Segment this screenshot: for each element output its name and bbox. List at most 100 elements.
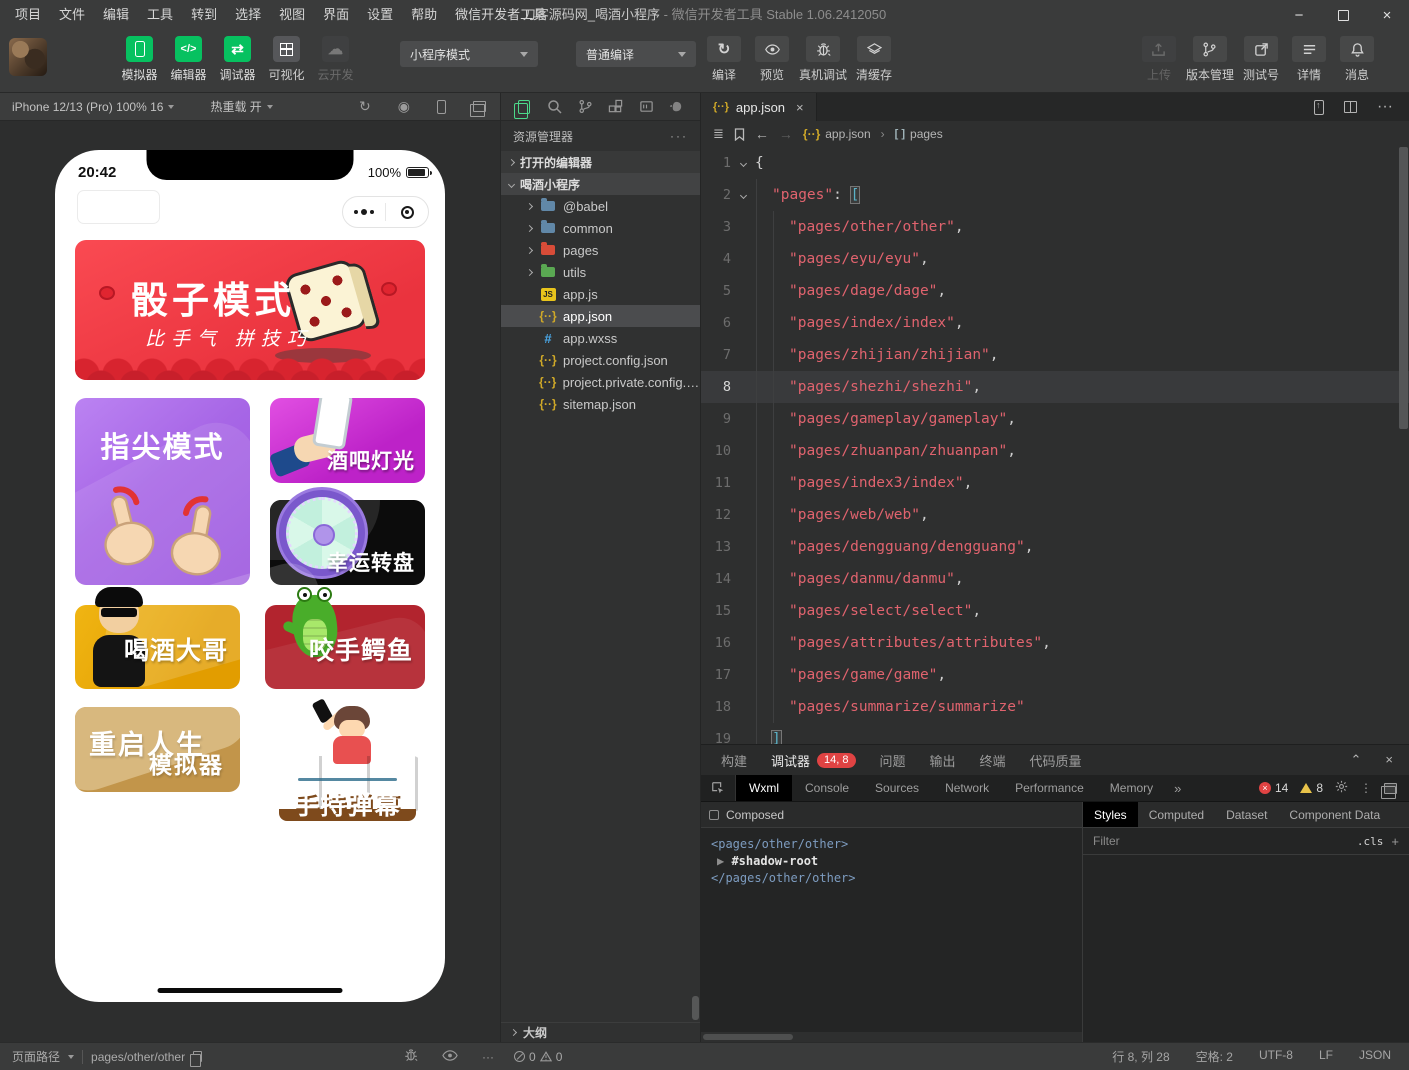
tab-app-json[interactable]: {··} app.json × <box>701 93 817 121</box>
inspect-element-icon[interactable] <box>701 775 736 801</box>
menu-item[interactable]: 项目 <box>6 0 50 30</box>
code-line-15[interactable]: 15"pages/select/select", <box>701 595 1409 627</box>
devtools-tab-Sources[interactable]: Sources <box>862 775 932 801</box>
devtools-tab-Memory[interactable]: Memory <box>1097 775 1166 801</box>
menu-item[interactable]: 界面 <box>314 0 358 30</box>
statusbar-eye-icon[interactable] <box>442 1050 458 1064</box>
maximize-button[interactable] <box>1321 0 1365 30</box>
tile-bar-light[interactable]: 酒吧灯光 <box>270 398 425 483</box>
explorer-files-icon[interactable] <box>509 100 540 114</box>
language-mode[interactable]: JSON <box>1359 1048 1391 1065</box>
undock-icon[interactable] <box>1384 783 1397 794</box>
tile-handheld-danmu[interactable]: 手持弹幕 <box>270 700 425 824</box>
current-page-path[interactable]: pages/other/other <box>91 1050 185 1064</box>
cursor-position[interactable]: 行 8, 列 28 <box>1112 1048 1169 1065</box>
devtools-tab-Performance[interactable]: Performance <box>1002 775 1097 801</box>
tree-item-app.wxss[interactable]: #app.wxss <box>501 327 700 349</box>
menu-item[interactable]: 帮助 <box>402 0 446 30</box>
device-selector[interactable]: iPhone 12/13 (Pro) 100% 16 <box>12 100 174 114</box>
toolbar-button-lines[interactable]: 详情 <box>1285 36 1333 83</box>
statusbar-bug-icon[interactable] <box>404 1048 418 1065</box>
toolbar-button-layers[interactable]: 清缓存 <box>850 36 898 83</box>
styles-tab-Styles[interactable]: Styles <box>1083 802 1138 827</box>
styles-tab-Computed[interactable]: Computed <box>1138 802 1215 827</box>
compile-dropdown[interactable]: 普通编译 <box>576 41 696 67</box>
code-line-7[interactable]: 7"pages/zhijian/zhijian", <box>701 339 1409 371</box>
panel-tab-问题[interactable]: 问题 <box>880 751 906 770</box>
tree-item-app.json[interactable]: {··}app.json <box>501 305 700 327</box>
tree-item-project.config.json[interactable]: {··}project.config.json <box>501 349 700 371</box>
toolbar-button-upload[interactable]: 上传 <box>1135 36 1183 83</box>
split-editor-icon[interactable] <box>1344 101 1357 113</box>
more-tabs-icon[interactable]: » <box>1166 775 1189 801</box>
record-icon[interactable]: ◉ <box>398 98 410 115</box>
code-line-10[interactable]: 10"pages/zhuanpan/zhuanpan", <box>701 435 1409 467</box>
menu-item[interactable]: 设置 <box>358 0 402 30</box>
toolbar-button-external[interactable]: 测试号 <box>1237 36 1285 83</box>
panel-tab-构建[interactable]: 构建 <box>721 751 747 770</box>
source-control-icon[interactable] <box>570 99 601 114</box>
preview-on-device-icon[interactable] <box>1314 100 1324 115</box>
menu-item[interactable]: 编辑 <box>94 0 138 30</box>
minimize-button[interactable]: − <box>1277 0 1321 30</box>
menu-item[interactable]: 文件 <box>50 0 94 30</box>
toolbar-button-code[interactable]: </>编辑器 <box>164 36 213 83</box>
code-line-17[interactable]: 17"pages/game/game", <box>701 659 1409 691</box>
menu-item[interactable]: 工具 <box>138 0 182 30</box>
code-line-18[interactable]: 18"pages/summarize/summarize" <box>701 691 1409 723</box>
editor-scrollbar[interactable] <box>1399 147 1408 429</box>
styles-tab-Dataset[interactable]: Dataset <box>1215 802 1278 827</box>
panel-tab-终端[interactable]: 终端 <box>980 751 1006 770</box>
warning-count[interactable]: 8 <box>1300 781 1323 795</box>
breadcrumb-file[interactable]: {··} app.json <box>803 127 871 141</box>
mode-dropdown[interactable]: 小程序模式 <box>400 41 538 67</box>
wechat-capsule-menu[interactable] <box>342 196 429 228</box>
bookmark-icon[interactable] <box>734 128 745 141</box>
code-line-16[interactable]: 16"pages/attributes/attributes", <box>701 627 1409 659</box>
menu-item[interactable]: 转到 <box>182 0 226 30</box>
menu-item[interactable]: 视图 <box>270 0 314 30</box>
tile-dice-mode[interactable]: 骰子模式 比手气 拼技巧 <box>75 240 425 380</box>
explorer-scrollbar[interactable] <box>692 996 699 1020</box>
tree-item-app.js[interactable]: JSapp.js <box>501 283 700 305</box>
close-panel-icon[interactable]: × <box>1385 752 1393 768</box>
list-icon[interactable]: ≣ <box>713 126 724 142</box>
multi-window-icon[interactable] <box>473 101 486 112</box>
panel-tab-调试器[interactable]: 调试器14, 8 <box>771 751 855 770</box>
tile-biting-crocodile[interactable]: 咬手鳄鱼 <box>265 605 425 689</box>
editor-more-icon[interactable]: ··· <box>1377 98 1393 116</box>
devtools-menu-icon[interactable]: ⋮ <box>1360 781 1372 795</box>
close-target-icon[interactable] <box>386 206 428 219</box>
device-frame-icon[interactable] <box>437 100 446 114</box>
wxml-node[interactable]: </pages/other/other> <box>711 870 1082 887</box>
tree-item-utils[interactable]: utils <box>501 261 700 283</box>
panel-tab-代码质量[interactable]: 代码质量 <box>1030 751 1082 770</box>
panel-tab-输出[interactable]: 输出 <box>930 751 956 770</box>
user-avatar[interactable] <box>9 38 47 76</box>
toolbar-button-refresh[interactable]: ↻编译 <box>700 36 748 83</box>
close-button[interactable]: × <box>1365 0 1409 30</box>
back-icon[interactable]: ← <box>755 126 769 142</box>
code-line-2[interactable]: 2"pages": [ <box>701 179 1409 211</box>
code-line-14[interactable]: 14"pages/danmu/danmu", <box>701 563 1409 595</box>
indent-setting[interactable]: 空格: 2 <box>1196 1048 1233 1065</box>
eol-setting[interactable]: LF <box>1319 1048 1333 1065</box>
encoding-setting[interactable]: UTF-8 <box>1259 1048 1293 1065</box>
toolbar-button-grid[interactable]: 可视化 <box>262 36 311 83</box>
code-line-11[interactable]: 11"pages/index3/index", <box>701 467 1409 499</box>
project-root-section[interactable]: 喝酒小程序 <box>501 173 700 195</box>
wxml-hscrollbar[interactable] <box>701 1032 1082 1042</box>
code-line-12[interactable]: 12"pages/web/web", <box>701 499 1409 531</box>
devtools-tab-Wxml[interactable]: Wxml <box>736 775 792 801</box>
explorer-more-icon[interactable]: ··· <box>670 129 688 143</box>
wxml-node[interactable]: ▶ #shadow-root <box>711 853 1082 870</box>
toolbar-button-bell[interactable]: 消息 <box>1333 36 1381 83</box>
tree-item-common[interactable]: common <box>501 217 700 239</box>
copy-path-icon[interactable] <box>193 1051 202 1062</box>
rotate-icon[interactable]: ↻ <box>359 98 371 115</box>
code-line-9[interactable]: 9"pages/gameplay/gameplay", <box>701 403 1409 435</box>
code-line-3[interactable]: 3"pages/other/other", <box>701 211 1409 243</box>
code-line-8[interactable]: 8"pages/shezhi/shezhi", <box>701 371 1409 403</box>
toolbar-button-branch[interactable]: 版本管理 <box>1183 36 1237 83</box>
search-icon[interactable] <box>540 99 571 114</box>
